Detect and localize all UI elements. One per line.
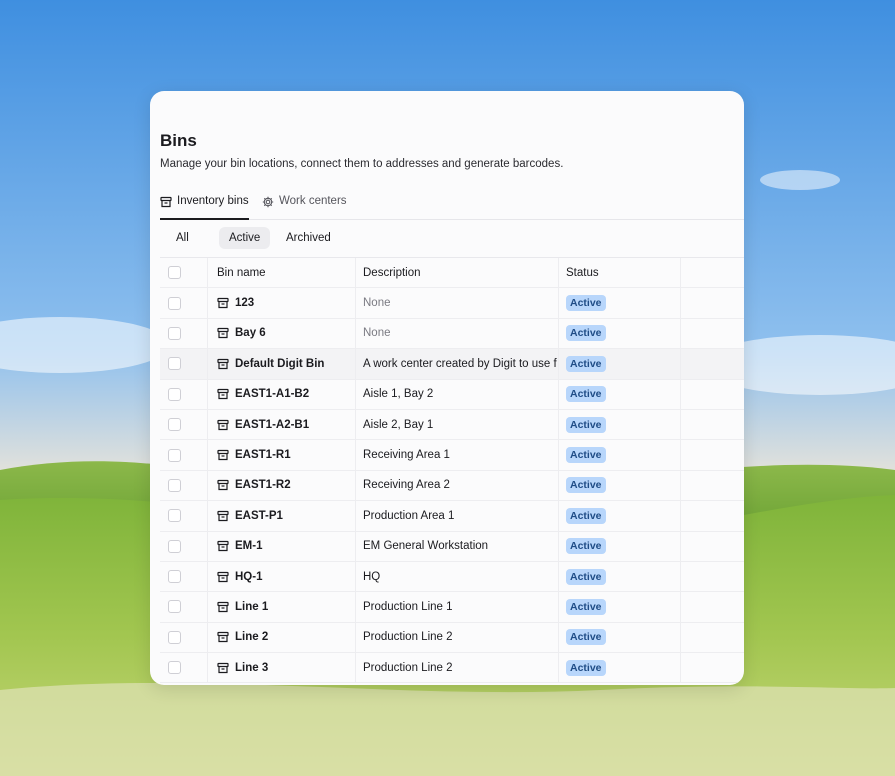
row-checkbox[interactable] — [168, 478, 181, 492]
status-badge: Active — [566, 507, 606, 524]
tab-label: Work centers — [279, 195, 347, 207]
bin-name[interactable]: EAST1-A2-B1 — [235, 419, 309, 431]
bin-description: Production Line 2 — [357, 622, 559, 653]
row-checkbox[interactable] — [168, 296, 181, 310]
bin-description: Receiving Area 2 — [357, 470, 559, 501]
status-badge: Active — [566, 416, 606, 433]
archive-box-icon — [217, 571, 229, 583]
table-row[interactable]: EAST1-A1-B2 Aisle 1, Bay 2 Active — [160, 379, 744, 410]
status-badge: Active — [566, 629, 606, 646]
bin-description: Production Line 2 — [357, 653, 559, 683]
bin-description: EM General Workstation — [357, 531, 559, 561]
table-row[interactable]: Line 3 Production Line 2 Active — [160, 653, 744, 684]
bin-description: A work center created by Digit to use f — [357, 349, 559, 379]
bin-name[interactable]: HQ-1 — [235, 571, 262, 583]
bins-panel: Bins Manage your bin locations, connect … — [150, 91, 744, 685]
archive-box-icon — [217, 510, 229, 522]
status-badge: Active — [566, 355, 606, 372]
table-body: 123 None Active Bay 6 None Active Default Digi… — [160, 288, 744, 684]
page-title: Bins — [160, 131, 197, 150]
table-row[interactable]: Line 2 Production Line 2 Active — [160, 622, 744, 654]
row-checkbox[interactable] — [168, 326, 181, 340]
bin-description: None — [357, 318, 559, 349]
row-checkbox[interactable] — [168, 661, 181, 675]
status-badge: Active — [566, 477, 606, 494]
row-checkbox[interactable] — [168, 448, 181, 462]
archive-box-icon — [217, 662, 229, 674]
bin-name[interactable]: Default Digit Bin — [235, 358, 324, 370]
table-row[interactable]: 123 None Active — [160, 288, 744, 319]
bin-description: Aisle 1, Bay 2 — [357, 379, 559, 409]
archive-box-icon — [217, 297, 229, 309]
table-row[interactable]: Bay 6 None Active — [160, 318, 744, 350]
archive-box-icon — [217, 327, 229, 339]
status-badge: Active — [566, 447, 606, 464]
row-checkbox[interactable] — [168, 570, 181, 584]
bin-description: Production Area 1 — [357, 501, 559, 531]
page-subtitle: Manage your bin locations, connect them … — [160, 158, 564, 170]
row-checkbox[interactable] — [168, 630, 181, 644]
status-badge: Active — [566, 386, 606, 403]
bin-description: None — [357, 288, 559, 318]
status-badge: Active — [566, 659, 606, 676]
archive-box-icon — [217, 388, 229, 400]
bin-name[interactable]: Line 3 — [235, 662, 268, 674]
filter-active[interactable]: Active — [219, 227, 271, 249]
filter-archived[interactable]: Archived — [276, 227, 341, 249]
status-badge: Active — [566, 538, 606, 555]
archive-box-icon — [217, 631, 229, 643]
row-checkbox[interactable] — [168, 387, 181, 401]
bin-description: HQ — [357, 561, 559, 592]
bin-name[interactable]: EAST-P1 — [235, 510, 283, 522]
table-row[interactable]: EAST1-R2 Receiving Area 2 Active — [160, 470, 744, 502]
bin-name[interactable]: EM-1 — [235, 540, 262, 552]
status-badge: Active — [566, 568, 606, 585]
row-checkbox[interactable] — [168, 509, 181, 523]
bin-name[interactable]: Line 1 — [235, 601, 268, 613]
row-checkbox[interactable] — [168, 357, 181, 371]
bin-name[interactable]: Line 2 — [235, 631, 268, 643]
bin-name[interactable]: EAST1-R1 — [235, 449, 291, 461]
bin-name[interactable]: 123 — [235, 297, 254, 309]
tab-work-centers[interactable]: Work centers — [262, 195, 347, 219]
status-badge: Active — [566, 598, 606, 615]
table-row[interactable]: EM-1 EM General Workstation Active — [160, 531, 744, 562]
row-checkbox[interactable] — [168, 539, 181, 553]
bin-name[interactable]: EAST1-A1-B2 — [235, 388, 309, 400]
bins-table: Bin name Description Status 123 None Activ… — [160, 257, 744, 684]
table-row[interactable]: EAST-P1 Production Area 1 Active — [160, 501, 744, 532]
table-row[interactable]: Default Digit Bin A work center created b… — [160, 349, 744, 380]
column-header-description[interactable]: Description — [357, 258, 559, 288]
bin-name[interactable]: Bay 6 — [235, 327, 266, 339]
archive-box-icon — [217, 540, 229, 552]
archive-box-icon — [217, 449, 229, 461]
tab-bar: Inventory bins Work centers — [160, 195, 744, 220]
bin-description: Aisle 2, Bay 1 — [357, 409, 559, 440]
bin-description: Production Line 1 — [357, 592, 559, 622]
archive-box-icon — [217, 419, 229, 431]
bin-name[interactable]: EAST1-R2 — [235, 479, 291, 491]
column-header-status[interactable]: Status — [560, 258, 681, 288]
archive-box-icon — [217, 358, 229, 370]
tab-label: Inventory bins — [177, 195, 249, 207]
gear-icon — [262, 195, 274, 208]
row-checkbox[interactable] — [168, 418, 181, 432]
table-row[interactable]: EAST1-A2-B1 Aisle 2, Bay 1 Active — [160, 409, 744, 441]
archive-box-icon — [217, 479, 229, 491]
table-row[interactable]: EAST1-R1 Receiving Area 1 Active — [160, 440, 744, 471]
table-row[interactable]: HQ-1 HQ Active — [160, 561, 744, 593]
filter-all[interactable]: All — [166, 227, 199, 249]
status-badge: Active — [566, 325, 606, 342]
archive-box-icon — [160, 195, 172, 208]
bin-description: Receiving Area 1 — [357, 440, 559, 470]
archive-box-icon — [217, 601, 229, 613]
select-all-checkbox[interactable] — [168, 266, 181, 280]
row-checkbox[interactable] — [168, 600, 181, 614]
table-header: Bin name Description Status — [160, 258, 744, 289]
tab-inventory-bins[interactable]: Inventory bins — [160, 195, 249, 220]
status-badge: Active — [566, 295, 606, 312]
table-row[interactable]: Line 1 Production Line 1 Active — [160, 592, 744, 623]
column-header-bin-name[interactable]: Bin name — [209, 258, 356, 288]
